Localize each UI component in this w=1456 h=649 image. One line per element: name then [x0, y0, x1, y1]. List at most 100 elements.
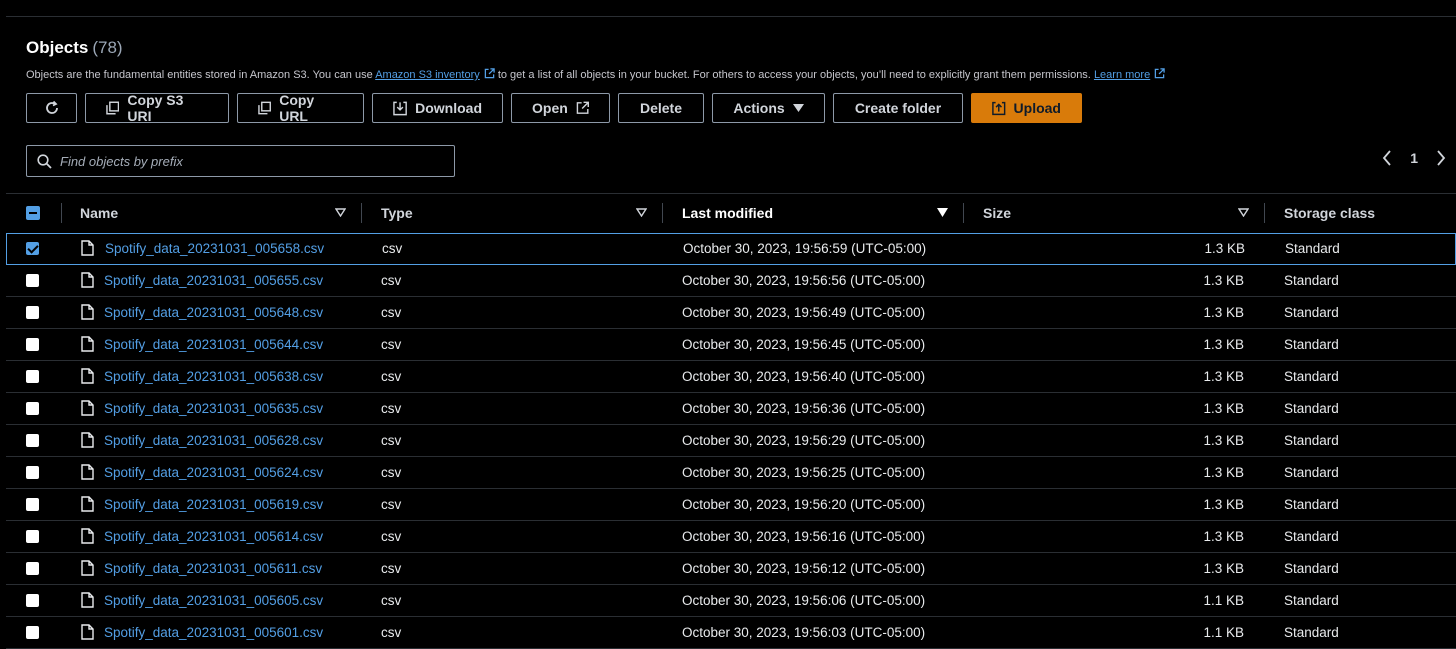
table-row[interactable]: Spotify_data_20231031_005619.csv csv Octob…: [6, 489, 1456, 521]
table-row[interactable]: Spotify_data_20231031_005655.csv csv Octob…: [6, 265, 1456, 297]
column-separator: [1264, 203, 1265, 223]
row-checkbox[interactable]: [26, 274, 39, 287]
description-prefix: Objects are the fundamental entities sto…: [26, 69, 373, 81]
create-folder-button[interactable]: Create folder: [833, 93, 963, 123]
download-label: Download: [415, 100, 482, 116]
open-button[interactable]: Open: [511, 93, 610, 123]
sort-caret-active-icon[interactable]: [937, 208, 948, 217]
inventory-link[interactable]: Amazon S3 inventory: [375, 69, 480, 81]
table-row[interactable]: Spotify_data_20231031_005605.csv csv Octob…: [6, 585, 1456, 617]
row-checkbox[interactable]: [26, 402, 39, 415]
object-storage-class: Standard: [1284, 273, 1339, 288]
sort-caret-icon[interactable]: [636, 208, 647, 217]
object-size: 1.3 KB: [1203, 305, 1244, 320]
table-row[interactable]: Spotify_data_20231031_005628.csv csv Octob…: [6, 425, 1456, 457]
pagination: 1: [1382, 150, 1446, 166]
object-type: csv: [381, 305, 402, 320]
object-name-link[interactable]: Spotify_data_20231031_005644.csv: [104, 337, 323, 352]
row-checkbox[interactable]: [26, 530, 39, 543]
row-checkbox[interactable]: [26, 370, 39, 383]
row-checkbox[interactable]: [26, 466, 39, 479]
object-type: csv: [382, 241, 403, 256]
sort-caret-icon[interactable]: [335, 208, 346, 217]
row-checkbox[interactable]: [26, 338, 39, 351]
object-type: csv: [381, 465, 402, 480]
object-type: csv: [381, 337, 402, 352]
chevron-right-icon[interactable]: [1436, 150, 1446, 166]
object-type: csv: [381, 369, 402, 384]
object-storage-class: Standard: [1284, 465, 1339, 480]
object-name-link[interactable]: Spotify_data_20231031_005648.csv: [104, 305, 323, 320]
object-size: 1.3 KB: [1203, 369, 1244, 384]
column-separator: [662, 203, 663, 223]
object-storage-class: Standard: [1284, 433, 1339, 448]
table-row[interactable]: Spotify_data_20231031_005611.csv csv Octob…: [6, 553, 1456, 585]
column-header-type[interactable]: Type: [381, 205, 413, 221]
actions-dropdown[interactable]: Actions: [712, 93, 825, 123]
object-name-link[interactable]: Spotify_data_20231031_005628.csv: [104, 433, 323, 448]
table-row[interactable]: Spotify_data_20231031_005658.csv csv Octob…: [6, 233, 1456, 265]
search-input[interactable]: Find objects by prefix: [26, 145, 455, 177]
column-header-name[interactable]: Name: [80, 205, 118, 221]
learn-more-link[interactable]: Learn more: [1094, 69, 1150, 81]
row-checkbox[interactable]: [26, 434, 39, 447]
object-name-link[interactable]: Spotify_data_20231031_005658.csv: [105, 241, 324, 256]
row-checkbox[interactable]: [26, 626, 39, 639]
file-icon: [81, 304, 94, 320]
object-size: 1.3 KB: [1203, 273, 1244, 288]
column-header-size[interactable]: Size: [983, 205, 1011, 221]
table-top-divider: [6, 193, 1456, 194]
sort-caret-icon[interactable]: [1238, 208, 1249, 217]
object-storage-class: Standard: [1284, 561, 1339, 576]
external-link-icon: [576, 101, 589, 114]
object-name-link[interactable]: Spotify_data_20231031_005619.csv: [104, 497, 323, 512]
table-row[interactable]: Spotify_data_20231031_005635.csv csv Octob…: [6, 393, 1456, 425]
download-icon: [393, 101, 407, 115]
table-row[interactable]: Spotify_data_20231031_005638.csv csv Octob…: [6, 361, 1456, 393]
table-row[interactable]: Spotify_data_20231031_005644.csv csv Octob…: [6, 329, 1456, 361]
download-button[interactable]: Download: [372, 93, 503, 123]
external-link-icon: [1154, 68, 1165, 79]
object-name-link[interactable]: Spotify_data_20231031_005614.csv: [104, 529, 323, 544]
object-name-link[interactable]: Spotify_data_20231031_005638.csv: [104, 369, 323, 384]
object-name-link[interactable]: Spotify_data_20231031_005624.csv: [104, 465, 323, 480]
column-header-last-modified[interactable]: Last modified: [682, 205, 773, 221]
object-last-modified: October 30, 2023, 19:56:16 (UTC-05:00): [682, 529, 926, 544]
delete-button[interactable]: Delete: [618, 93, 704, 123]
row-checkbox[interactable]: [26, 498, 39, 511]
file-icon: [81, 432, 94, 448]
file-icon: [81, 240, 94, 256]
table-row[interactable]: Spotify_data_20231031_005624.csv csv Octob…: [6, 457, 1456, 489]
object-name-link[interactable]: Spotify_data_20231031_005635.csv: [104, 401, 323, 416]
table-row[interactable]: Spotify_data_20231031_005614.csv csv Octob…: [6, 521, 1456, 553]
upload-button[interactable]: Upload: [971, 93, 1082, 123]
copy-url-button[interactable]: Copy URL: [237, 92, 364, 124]
row-checkbox[interactable]: [26, 242, 39, 255]
copy-s3-uri-label: Copy S3 URI: [127, 92, 184, 124]
select-all-checkbox[interactable]: [26, 206, 40, 220]
object-last-modified: October 30, 2023, 19:56:56 (UTC-05:00): [682, 273, 926, 288]
object-size: 1.3 KB: [1203, 401, 1244, 416]
row-checkbox[interactable]: [26, 306, 39, 319]
row-checkbox[interactable]: [26, 594, 39, 607]
object-last-modified: October 30, 2023, 19:56:29 (UTC-05:00): [682, 433, 926, 448]
row-checkbox[interactable]: [26, 562, 39, 575]
actions-label: Actions: [733, 100, 785, 116]
object-storage-class: Standard: [1284, 305, 1339, 320]
column-header-storage-class[interactable]: Storage class: [1284, 205, 1375, 221]
table-row[interactable]: Spotify_data_20231031_005601.csv csv Octob…: [6, 617, 1456, 649]
chevron-left-icon[interactable]: [1382, 150, 1392, 166]
table-row[interactable]: Spotify_data_20231031_005648.csv csv Octob…: [6, 297, 1456, 329]
file-icon: [81, 496, 94, 512]
object-size: 1.3 KB: [1204, 241, 1245, 256]
current-page[interactable]: 1: [1410, 150, 1418, 166]
copy-s3-uri-button[interactable]: Copy S3 URI: [85, 92, 229, 124]
object-last-modified: October 30, 2023, 19:56:06 (UTC-05:00): [682, 593, 926, 608]
object-last-modified: October 30, 2023, 19:56:20 (UTC-05:00): [682, 497, 926, 512]
object-name-link[interactable]: Spotify_data_20231031_005605.csv: [104, 593, 323, 608]
object-size: 1.3 KB: [1203, 529, 1244, 544]
object-name-link[interactable]: Spotify_data_20231031_005601.csv: [104, 625, 323, 640]
refresh-button[interactable]: [26, 93, 77, 123]
object-name-link[interactable]: Spotify_data_20231031_005655.csv: [104, 273, 323, 288]
object-name-link[interactable]: Spotify_data_20231031_005611.csv: [104, 561, 322, 576]
